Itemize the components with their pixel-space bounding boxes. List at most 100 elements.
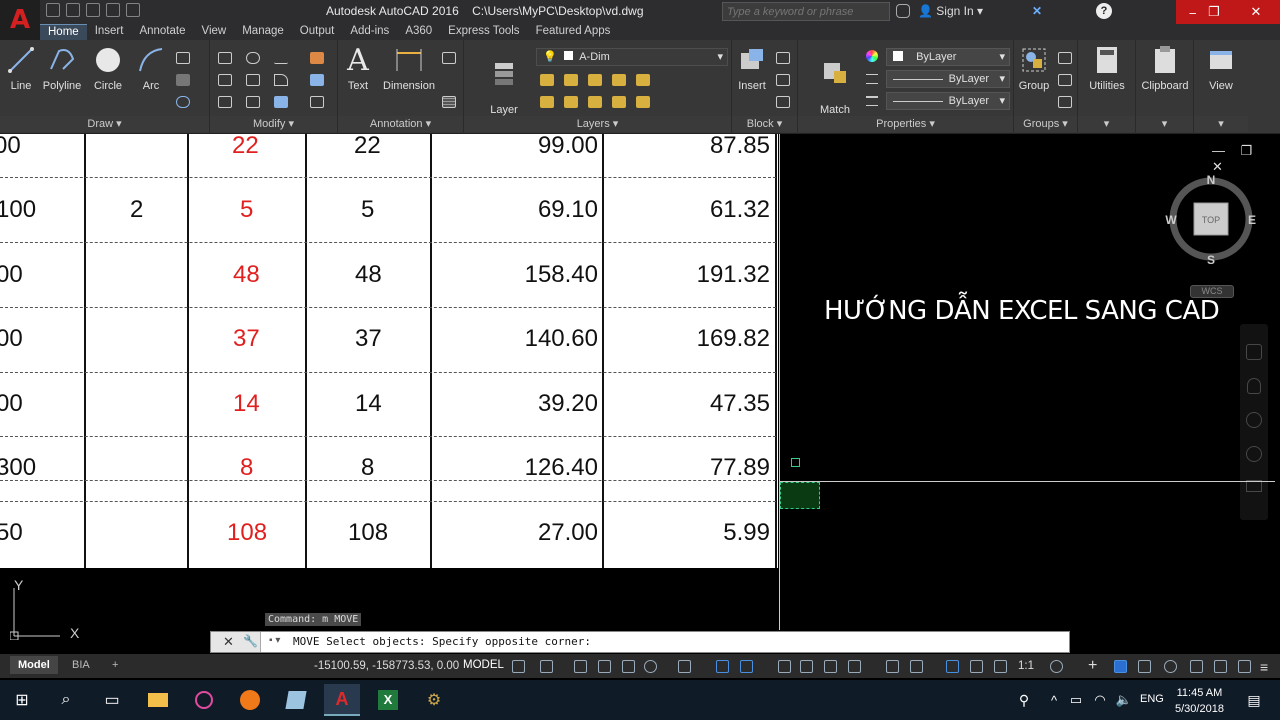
binoculars-icon[interactable]: [896, 4, 910, 18]
close-icon[interactable]: ✕: [223, 634, 234, 650]
dynamic-ucs-icon[interactable]: [886, 660, 899, 673]
pan-icon[interactable]: [1247, 378, 1261, 394]
sign-in-button[interactable]: 👤 Sign In ▾: [918, 4, 983, 18]
layer-tool-1-icon[interactable]: [540, 74, 554, 86]
table-sheet[interactable]: 00 22 22 99.00 87.85 100 2 5 5 69.10 61.…: [0, 134, 778, 568]
open-icon[interactable]: [66, 3, 80, 17]
wcs-menu[interactable]: WCS: [1190, 285, 1234, 298]
utilities-panel-title[interactable]: ▾: [1078, 116, 1135, 132]
copy-icon[interactable]: [218, 74, 232, 86]
app-icon[interactable]: [186, 684, 222, 716]
create-block-icon[interactable]: [776, 52, 790, 64]
annotation-panel-title[interactable]: Annotation ▾: [338, 116, 463, 132]
layer-dropdown[interactable]: 💡 A-Dim ▾: [536, 48, 728, 66]
customize-menu-icon[interactable]: ≡: [1260, 659, 1268, 675]
person-icon[interactable]: ⚲: [1006, 684, 1042, 716]
rotate-icon[interactable]: [246, 52, 260, 64]
language-indicator[interactable]: ENG: [1140, 693, 1164, 705]
offset-icon[interactable]: [310, 96, 324, 108]
hatch-icon[interactable]: [176, 74, 190, 86]
dynamic-input-icon[interactable]: [598, 660, 611, 673]
task-view-icon[interactable]: ▭: [94, 684, 130, 716]
firefox-icon[interactable]: [232, 684, 268, 716]
undo-icon[interactable]: [146, 3, 160, 17]
battery-icon[interactable]: ▭: [1064, 684, 1088, 716]
snap-icon[interactable]: [540, 660, 553, 673]
draw-panel-title[interactable]: Draw ▾: [0, 116, 209, 132]
erase-icon[interactable]: [310, 52, 324, 64]
view-button[interactable]: View: [1198, 44, 1244, 92]
dimension-button[interactable]: Dimension: [380, 44, 438, 92]
tab-layout-bia[interactable]: BIA: [64, 656, 98, 674]
layer-tool-8-icon[interactable]: [588, 96, 602, 108]
auto-scale-icon[interactable]: [994, 660, 1007, 673]
circle-button[interactable]: Circle: [90, 44, 126, 92]
lineweight-toggle-icon[interactable]: [778, 660, 791, 673]
layer-tool-2-icon[interactable]: [564, 74, 578, 86]
properties-panel-title[interactable]: Properties ▾: [798, 116, 1013, 132]
save-icon[interactable]: [86, 3, 100, 17]
quick-properties-icon[interactable]: [1214, 660, 1227, 673]
fillet-icon[interactable]: [274, 74, 288, 86]
array-icon[interactable]: [274, 96, 288, 108]
redo-icon[interactable]: [166, 3, 180, 17]
coordinates-display[interactable]: -15100.59, -158773.53, 0.00: [314, 660, 459, 672]
infer-constraints-icon[interactable]: [574, 660, 587, 673]
group-edit-icon[interactable]: [1058, 74, 1072, 86]
mirror-icon[interactable]: [246, 74, 260, 86]
zoom-icon[interactable]: [1246, 412, 1262, 428]
workspace-gear-icon[interactable]: [1050, 660, 1063, 673]
table-icon[interactable]: [442, 96, 456, 108]
system-clock[interactable]: 11:45 AM 5/30/2018: [1175, 685, 1224, 717]
edit-block-icon[interactable]: [776, 74, 790, 86]
block-attribute-icon[interactable]: [776, 96, 790, 108]
navigation-bar[interactable]: [1240, 324, 1268, 520]
tab-annotate[interactable]: Annotate: [131, 24, 193, 40]
layer-tool-4-icon[interactable]: [612, 74, 626, 86]
file-explorer-icon[interactable]: [140, 684, 176, 716]
tab-manage[interactable]: Manage: [234, 24, 292, 40]
command-prompt-text[interactable]: MOVE Select objects: Specify opposite co…: [293, 635, 591, 648]
excel-icon[interactable]: X: [370, 684, 406, 716]
tab-output[interactable]: Output: [292, 24, 343, 40]
command-line[interactable]: ✕ 🔧 ▪ ▾ MOVE Select objects: Specify opp…: [210, 631, 1070, 653]
explode-icon[interactable]: [310, 74, 324, 86]
linetype-dropdown[interactable]: ByLayer ▾: [886, 70, 1010, 88]
ellipse-icon[interactable]: [176, 96, 190, 108]
3d-osnap-icon[interactable]: [848, 660, 861, 673]
clipboard-panel-title[interactable]: ▾: [1136, 116, 1193, 132]
annotation-visibility-icon[interactable]: [970, 660, 983, 673]
wrench-icon[interactable]: 🔧: [243, 634, 258, 648]
monitor-icon[interactable]: [1190, 660, 1203, 673]
block-panel-title[interactable]: Block ▾: [732, 116, 797, 132]
viewcube-south[interactable]: S: [1207, 253, 1215, 267]
add-icon[interactable]: +: [1088, 657, 1097, 675]
object-snap-tracking-icon[interactable]: [716, 660, 729, 673]
viewcube-top[interactable]: TOP: [1202, 215, 1220, 225]
lineweight-dropdown[interactable]: ByLayer ▾: [886, 92, 1010, 110]
groups-panel-title[interactable]: Groups ▾: [1014, 116, 1077, 132]
layer-tool-5-icon[interactable]: [636, 74, 650, 86]
color-dropdown[interactable]: ByLayer ▾: [886, 48, 1010, 66]
object-snap-icon[interactable]: [740, 660, 753, 673]
ungroup-icon[interactable]: [1058, 52, 1072, 64]
windows-start-icon[interactable]: ⊞: [4, 684, 40, 716]
tool-icon[interactable]: ⚙: [416, 684, 452, 716]
tab-featured-apps[interactable]: Featured Apps: [528, 24, 619, 40]
text-button[interactable]: A Text: [340, 43, 376, 93]
grid-icon[interactable]: [512, 660, 525, 673]
tab-home[interactable]: Home: [40, 24, 87, 40]
orbit-icon[interactable]: [1246, 446, 1262, 462]
exchange-icon[interactable]: ✕: [1032, 4, 1042, 18]
search-input[interactable]: [722, 2, 890, 21]
transparency-icon[interactable]: [800, 660, 813, 673]
fullscreen-icon[interactable]: [1238, 660, 1251, 673]
close-button[interactable]: ✕: [1232, 0, 1280, 24]
autocad-taskbar-icon[interactable]: A: [324, 684, 360, 716]
tab-model[interactable]: Model: [10, 656, 58, 674]
chevron-up-icon[interactable]: ^: [1042, 684, 1066, 716]
tab-insert[interactable]: Insert: [87, 24, 132, 40]
save-as-icon[interactable]: [106, 3, 120, 17]
arc-button[interactable]: Arc: [134, 44, 168, 92]
clipboard-button[interactable]: Clipboard: [1136, 44, 1194, 92]
